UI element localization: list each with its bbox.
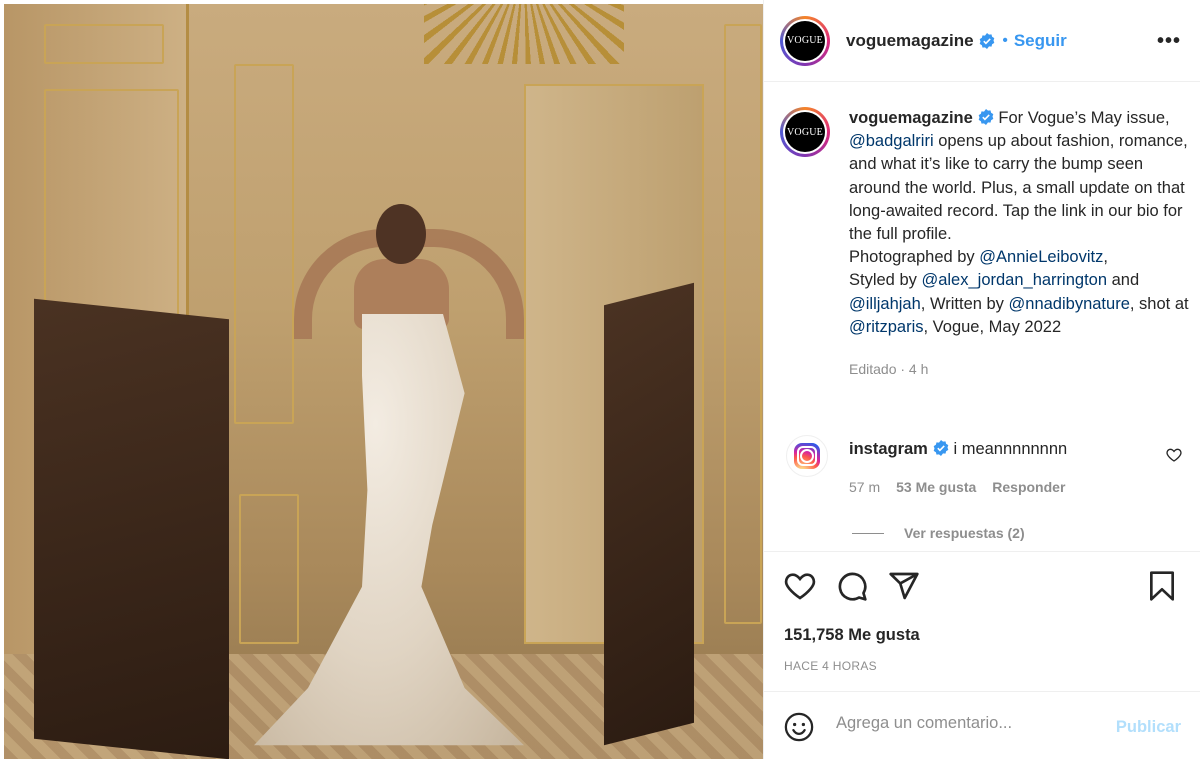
likes-count[interactable]: 151,758 Me gusta [784, 626, 920, 645]
comment-time[interactable]: 57 m [849, 479, 880, 495]
comment-body: i meannnnnnnn [948, 440, 1068, 458]
comment-text: instagram i meannnnnnnn [849, 435, 1190, 461]
photo-sunburst-mirror [424, 4, 624, 64]
caption-text-segment: Photographed by [849, 248, 980, 267]
commenter-avatar[interactable] [786, 435, 828, 477]
photo-wall-panel [724, 24, 762, 624]
view-replies-button[interactable]: Ver respuestas (2) [852, 525, 1025, 541]
caption-username[interactable]: voguemagazine [849, 109, 973, 127]
bookmark-icon[interactable] [1146, 570, 1178, 602]
more-options-icon[interactable]: ••• [1157, 30, 1181, 53]
caption-text-segment: , [1103, 248, 1108, 267]
caption-mention-link[interactable]: @illjahjah [849, 295, 921, 313]
view-replies-label: Ver respuestas (2) [904, 525, 1025, 541]
photo-wall-panel [44, 89, 179, 319]
follow-button[interactable]: Seguir [1014, 31, 1067, 51]
paper-plane-icon[interactable] [888, 570, 920, 602]
post-actions: 151,758 Me gusta HACE 4 HORAS [764, 551, 1200, 691]
post-side-panel: VOGUE voguemagazine • Seguir ••• VOGUE v… [763, 0, 1200, 759]
photo-wall-panel [234, 64, 294, 424]
verified-badge-icon [978, 109, 994, 125]
heart-icon[interactable] [784, 570, 816, 602]
post-timestamp[interactable]: HACE 4 HORAS [784, 659, 877, 673]
comment-username[interactable]: instagram [849, 440, 928, 458]
post-header: VOGUE voguemagazine • Seguir ••• [764, 0, 1200, 82]
post-photo[interactable] [4, 4, 763, 759]
account-avatar[interactable]: VOGUE [780, 15, 830, 66]
caption-text-segment: Styled by [849, 271, 922, 290]
reply-button[interactable]: Responder [992, 479, 1065, 495]
vogue-logo: VOGUE [785, 20, 825, 61]
comment-heart-icon[interactable] [1166, 447, 1182, 463]
instagram-logo-icon [794, 443, 820, 469]
verified-badge-icon [933, 440, 949, 456]
post-caption: VOGUE voguemagazine For Vogue’s May issu… [780, 107, 1190, 377]
caption-mention-link[interactable]: @alex_jordan_harrington [921, 271, 1107, 289]
caption-mention-link[interactable]: @ritzparis [849, 318, 924, 336]
photo-reflector-right [604, 282, 694, 746]
comment-likes[interactable]: 53 Me gusta [896, 479, 976, 495]
caption-mention-link[interactable]: @nnadibynature [1009, 295, 1130, 313]
caption-mention-link[interactable]: @badgalriri [849, 132, 934, 150]
caption-edited-time: Editado · 4 h [849, 361, 929, 378]
caption-body: For Vogue’s May issue, @badgalriri opens… [849, 109, 1189, 336]
comment-meta: 57 m 53 Me gusta Responder [849, 479, 1190, 495]
caption-text-segment: , Written by [920, 294, 1009, 313]
photo-reflector-left [34, 298, 229, 759]
caption-text-segment: For Vogue’s May issue, [993, 109, 1170, 127]
caption-text-segment: , shot at [1129, 294, 1189, 313]
photo-wall-panel [44, 24, 164, 64]
caption-mention-link[interactable]: @AnnieLeibovitz [979, 248, 1103, 266]
comment-composer: Publicar [764, 691, 1200, 759]
comment-bubble-icon[interactable] [836, 570, 868, 602]
caption-text-segment: and [1107, 271, 1140, 290]
vogue-logo: VOGUE [785, 112, 825, 152]
caption-text-segment: , Vogue, May 2022 [923, 317, 1062, 336]
comment-input[interactable] [836, 714, 1096, 733]
comments-section[interactable]: VOGUE voguemagazine For Vogue’s May issu… [764, 83, 1200, 551]
photo-figure-head [376, 204, 426, 264]
separator-dot: • [1002, 32, 1008, 49]
account-username[interactable]: voguemagazine [846, 31, 974, 51]
verified-badge-icon [979, 32, 994, 49]
emoji-icon[interactable] [784, 712, 814, 742]
photo-wall-panel [239, 494, 299, 644]
caption-avatar[interactable]: VOGUE [780, 107, 830, 157]
comment-item: instagram i meannnnnnnn 57 m 53 Me gusta… [780, 435, 1190, 495]
replies-line [852, 532, 884, 534]
publish-button[interactable]: Publicar [1116, 718, 1181, 737]
caption-text: voguemagazine For Vogue’s May issue, @ba… [849, 107, 1190, 339]
